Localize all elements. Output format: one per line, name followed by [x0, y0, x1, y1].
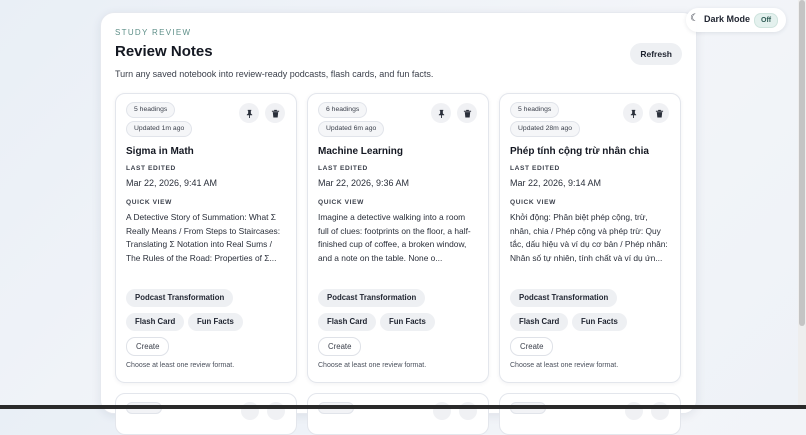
- trash-icon: [655, 109, 663, 118]
- format-hint: Choose at least one review format.: [126, 362, 235, 369]
- quick-view-text: Khởi động: Phân biệt phép cộng, trừ, nhâ…: [510, 212, 668, 263]
- create-button[interactable]: Create: [318, 337, 362, 356]
- headings-count-badge: 5 headings: [510, 102, 560, 118]
- flash-card-chip[interactable]: Flash Card: [318, 313, 377, 331]
- updated-badge: Updated 1m ago: [126, 121, 193, 137]
- last-edited-date: Mar 22, 2026, 9:14 AM: [510, 178, 602, 188]
- quick-view-text: A Detective Story of Summation: What Σ R…: [126, 212, 281, 263]
- pin-icon: [438, 109, 444, 118]
- headings-count-badge: 5 headings: [126, 102, 176, 118]
- pin-button[interactable]: [239, 103, 259, 123]
- headings-count-badge: 6 headings: [318, 102, 368, 118]
- quick-view-text: Imagine a detective walking into a room …: [318, 212, 471, 263]
- format-hint: Choose at least one review format.: [318, 362, 427, 369]
- quick-view-label: QUICK VIEW: [510, 199, 556, 206]
- quick-view-label: QUICK VIEW: [318, 199, 364, 206]
- refresh-button[interactable]: Refresh: [630, 43, 682, 65]
- delete-button[interactable]: [265, 103, 285, 123]
- section-eyebrow: STUDY REVIEW: [115, 28, 192, 37]
- note-title: Sigma in Math: [126, 146, 194, 157]
- page-title: Review Notes: [115, 43, 213, 60]
- note-title: Phép tính cộng trừ nhân chia: [510, 146, 649, 157]
- last-edited-label: LAST EDITED: [510, 165, 560, 172]
- trash-icon: [271, 109, 279, 118]
- trash-icon: [463, 109, 471, 118]
- quick-view-label: QUICK VIEW: [126, 199, 172, 206]
- moon-icon: ☾: [690, 13, 699, 24]
- note-card-partial: [307, 393, 489, 435]
- dark-mode-toggle[interactable]: ☾ Dark Mode Off: [686, 8, 786, 32]
- note-card: 5 headings Updated 1m ago Sigma in Math …: [115, 93, 297, 383]
- delete-button[interactable]: [457, 103, 477, 123]
- last-edited-label: LAST EDITED: [318, 165, 368, 172]
- note-card: 5 headings Updated 28m ago Phép tính cộn…: [499, 93, 681, 383]
- page-subtitle: Turn any saved notebook into review-read…: [115, 69, 434, 79]
- note-card-partial: [499, 393, 681, 435]
- create-button[interactable]: Create: [126, 337, 170, 356]
- last-edited-label: LAST EDITED: [126, 165, 176, 172]
- note-card: 6 headings Updated 6m ago Machine Learni…: [307, 93, 489, 383]
- last-edited-date: Mar 22, 2026, 9:36 AM: [318, 178, 410, 188]
- delete-button[interactable]: [649, 103, 669, 123]
- format-hint: Choose at least one review format.: [510, 362, 619, 369]
- dark-mode-label: Dark Mode: [704, 14, 751, 24]
- scrollbar-thumb[interactable]: [799, 0, 805, 326]
- note-card-partial: [115, 393, 297, 435]
- fun-facts-chip[interactable]: Fun Facts: [572, 313, 627, 331]
- create-button[interactable]: Create: [510, 337, 554, 356]
- podcast-transformation-chip[interactable]: Podcast Transformation: [126, 289, 234, 307]
- updated-badge: Updated 6m ago: [318, 121, 385, 137]
- pin-button[interactable]: [623, 103, 643, 123]
- window-bottom-edge: [0, 405, 806, 409]
- vertical-scrollbar[interactable]: [798, 0, 806, 409]
- updated-badge: Updated 28m ago: [510, 121, 581, 137]
- pin-icon: [246, 109, 252, 118]
- fun-facts-chip[interactable]: Fun Facts: [188, 313, 243, 331]
- pin-icon: [630, 109, 636, 118]
- last-edited-date: Mar 22, 2026, 9:41 AM: [126, 178, 218, 188]
- note-title: Machine Learning: [318, 146, 404, 157]
- review-notes-panel: STUDY REVIEW Review Notes Turn any saved…: [100, 12, 697, 435]
- flash-card-chip[interactable]: Flash Card: [510, 313, 569, 331]
- pin-button[interactable]: [431, 103, 451, 123]
- fun-facts-chip[interactable]: Fun Facts: [380, 313, 435, 331]
- dark-mode-state-badge: Off: [754, 13, 779, 28]
- flash-card-chip[interactable]: Flash Card: [126, 313, 185, 331]
- podcast-transformation-chip[interactable]: Podcast Transformation: [510, 289, 618, 307]
- podcast-transformation-chip[interactable]: Podcast Transformation: [318, 289, 426, 307]
